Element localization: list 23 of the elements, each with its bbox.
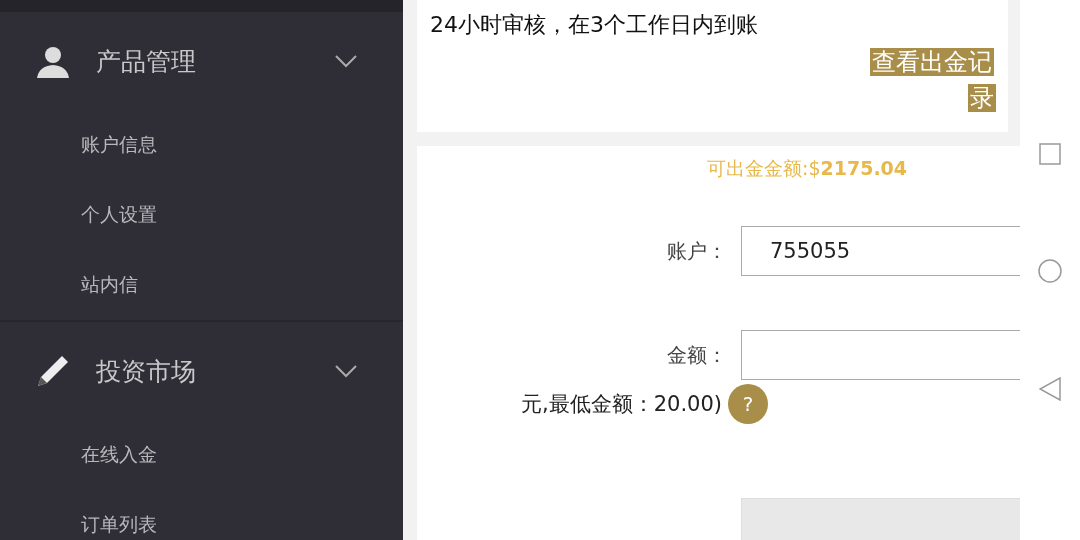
menu-item[interactable]: 订单列表: [0, 490, 403, 540]
home-icon[interactable]: [1038, 259, 1062, 283]
available-amount: 可出金金额:$2175.04: [706, 156, 909, 181]
back-icon[interactable]: [1039, 377, 1061, 401]
user-icon: [36, 44, 70, 78]
menu-group-title: 产品管理: [96, 45, 197, 78]
menu-item[interactable]: 站内信: [0, 250, 403, 320]
field-label: 账户：: [666, 237, 728, 265]
input-field[interactable]: 755055: [741, 226, 1020, 276]
chevron-icon[interactable]: [333, 53, 359, 69]
input-field[interactable]: [741, 330, 1020, 380]
menu-item[interactable]: 个人设置: [0, 180, 403, 250]
field-label: 金额：: [666, 341, 728, 369]
menu-group-header[interactable]: 投资市场: [0, 322, 403, 420]
recents-icon[interactable]: [1039, 143, 1061, 165]
menu-item[interactable]: 账户信息: [0, 110, 403, 180]
menu-item[interactable]: 在线入金: [0, 420, 403, 490]
menu-group-header[interactable]: 产品管理: [0, 12, 403, 110]
menu-group-title: 投资市场: [96, 355, 197, 388]
notice-text: 24小时审核，在3个工作日内到账: [430, 11, 759, 39]
pencil-icon: [36, 354, 70, 388]
chevron-icon[interactable]: [333, 363, 359, 379]
minimum-amount-hint: 元,最低金额：20.00): [521, 391, 722, 418]
